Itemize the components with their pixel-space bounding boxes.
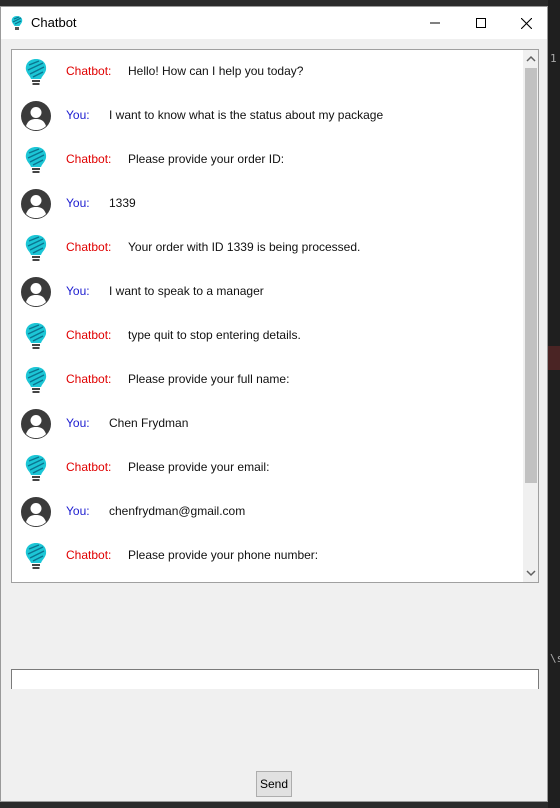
message-text: type quit to stop entering details. [128, 328, 301, 342]
message-text: Please provide your full name: [128, 372, 290, 386]
user-avatar-icon [20, 100, 52, 132]
message-sender: You: [66, 284, 90, 298]
chat-history[interactable]: Chatbot: Hello! How can I help you today?… [11, 49, 539, 583]
message-sender: Chatbot: [66, 548, 112, 562]
scroll-up-icon[interactable] [526, 54, 536, 64]
message-text: Chen Frydman [109, 416, 189, 430]
scroll-down-icon[interactable] [526, 568, 536, 578]
message-row: You: I want to know what is the status ab… [12, 94, 522, 138]
message-text: Your order with ID 1339 is being process… [128, 240, 361, 254]
scrollbar-thumb[interactable] [525, 68, 537, 483]
user-avatar-icon [20, 408, 52, 440]
minimize-button[interactable] [412, 7, 458, 39]
minimize-icon [430, 22, 440, 24]
background-highlight [548, 346, 560, 370]
message-row: You: Chen Frydman [12, 402, 522, 446]
message-sender: Chatbot: [66, 240, 112, 254]
message-row: You: I want to speak to a manager [12, 270, 522, 314]
message-row: Chatbot: Please provide your order ID: [12, 138, 522, 182]
message-input[interactable] [12, 671, 538, 691]
message-text: I want to know what is the status about … [109, 108, 384, 122]
chatbot-avatar-icon [20, 452, 52, 484]
close-icon [520, 17, 532, 29]
message-sender: Chatbot: [66, 152, 112, 166]
message-text: Hello! How can I help you today? [128, 64, 304, 78]
message-row: Chatbot: Please provide your full name: [12, 358, 522, 402]
background-editor [548, 0, 560, 808]
message-sender: Chatbot: [66, 328, 112, 342]
message-text: Please provide your phone number: [128, 548, 319, 562]
message-row: Chatbot: Please provide your email: [12, 446, 522, 490]
chatbot-avatar-icon [20, 232, 52, 264]
message-text: 1339 [109, 196, 136, 210]
message-text: Please provide your order ID: [128, 152, 285, 166]
message-sender: You: [66, 504, 90, 518]
user-avatar-icon [20, 188, 52, 220]
message-text: chenfrydman@gmail.com [109, 504, 246, 518]
chatbot-avatar-icon [20, 56, 52, 88]
chatbot-avatar-icon [20, 364, 52, 396]
maximize-icon [476, 18, 486, 28]
message-sender: Chatbot: [66, 372, 112, 386]
message-sender: You: [66, 196, 90, 210]
scrollbar[interactable] [523, 50, 538, 582]
message-row: Chatbot: type quit to stop entering detai… [12, 314, 522, 358]
message-sender: Chatbot: [66, 64, 112, 78]
chatbot-avatar-icon [20, 540, 52, 572]
message-sender: Chatbot: [66, 460, 112, 474]
message-input-box[interactable] [11, 669, 539, 691]
message-row: You: chenfrydman@gmail.com [12, 490, 522, 534]
message-row: Chatbot: Your order with ID 1339 is being… [12, 226, 522, 270]
background-text: 1 [550, 52, 557, 65]
message-sender: You: [66, 416, 90, 430]
message-text: Please provide your email: [128, 460, 270, 474]
user-avatar-icon [20, 496, 52, 528]
chatbot-avatar-icon [20, 144, 52, 176]
send-button[interactable]: Send [256, 771, 292, 797]
message-text: I want to speak to a manager [109, 284, 264, 298]
maximize-button[interactable] [458, 7, 504, 39]
message-row: Chatbot: Hello! How can I help you today? [12, 50, 522, 94]
window-title: Chatbot [31, 15, 77, 30]
lightbulb-icon [11, 16, 23, 30]
close-button[interactable] [503, 7, 549, 39]
chatbot-window: Chatbot Chatbot: Hello! How can I help yo… [0, 6, 548, 802]
background-text: \s [550, 652, 560, 665]
user-avatar-icon [20, 276, 52, 308]
chatbot-avatar-icon [20, 320, 52, 352]
message-row: Chatbot: Please provide your phone number… [12, 534, 522, 578]
title-bar[interactable]: Chatbot [1, 7, 547, 39]
message-row: You: 1339 [12, 182, 522, 226]
message-sender: You: [66, 108, 90, 122]
